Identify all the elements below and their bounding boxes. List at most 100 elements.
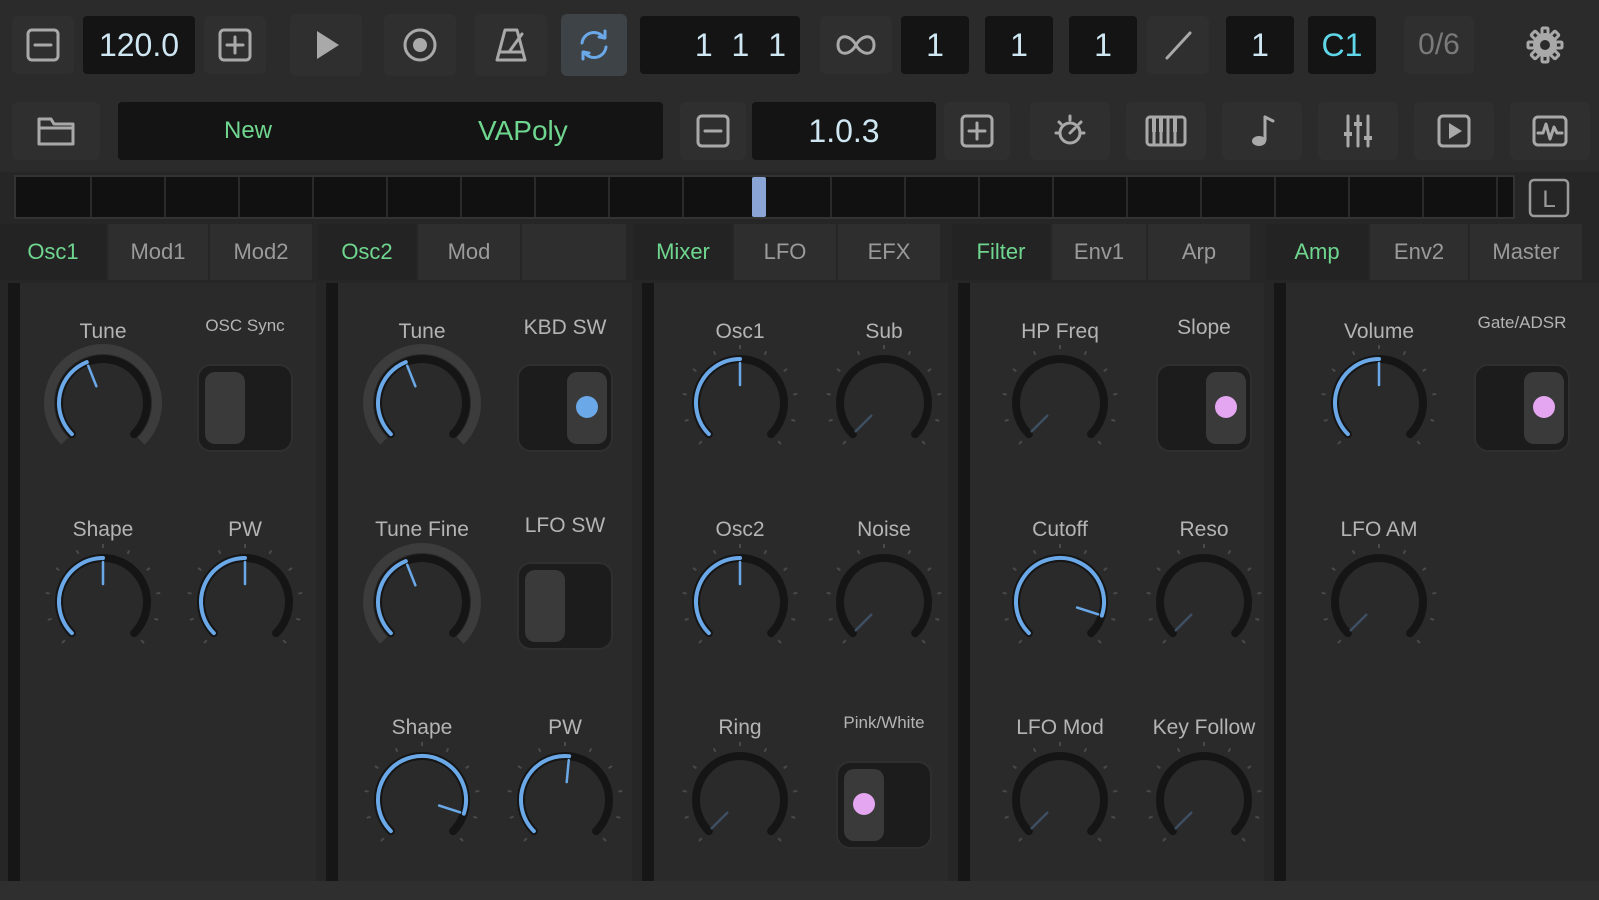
mixer-ring-knob[interactable] (675, 740, 805, 870)
toggle-indicator-dot (534, 594, 556, 616)
quantize-display-1[interactable]: 1 (901, 16, 969, 74)
osc2-shape-knob[interactable] (357, 740, 487, 870)
tab-env1[interactable]: Env1 (1052, 224, 1148, 280)
loop-toggle-button[interactable] (561, 14, 627, 76)
infinite-loop-button[interactable] (820, 16, 892, 74)
tab-osc2[interactable]: Osc2 (318, 224, 418, 280)
tab-mod2[interactable]: Mod2 (210, 224, 314, 280)
version-decrement-button[interactable] (680, 102, 746, 160)
mixer-pink-white-toggle[interactable] (836, 761, 932, 849)
minus-square-icon (696, 114, 730, 148)
toggle-indicator-dot (1533, 396, 1555, 418)
note-button[interactable] (1222, 102, 1302, 160)
tab-master[interactable]: Master (1470, 224, 1584, 280)
tab-efx[interactable]: EFX (838, 224, 942, 280)
tab-filter[interactable]: Filter (952, 224, 1052, 280)
osc1-shape-knob[interactable] (38, 542, 168, 672)
gear-icon (1526, 26, 1564, 64)
sliders-icon (1344, 114, 1372, 148)
music-note-icon (1252, 115, 1275, 146)
bottom-strip (0, 881, 1599, 900)
tempo-display[interactable]: 120.0 (83, 16, 195, 74)
amp-gate-adsr-toggle[interactable] (1474, 364, 1570, 452)
step-display[interactable]: 1 (1226, 16, 1294, 74)
tab-amp[interactable]: Amp (1266, 224, 1370, 280)
filter-reso-knob[interactable] (1139, 542, 1269, 672)
osc2-tune-knob[interactable] (357, 343, 487, 473)
tab-mod1[interactable]: Mod1 (108, 224, 210, 280)
mixer-osc1-label: Osc1 (715, 320, 765, 343)
transport-bar: 120.0 1 1 1 1 1 1 1 C1 0/6 (0, 0, 1599, 92)
timeline-tick (1126, 177, 1128, 217)
mixer-noise-label: Noise (857, 518, 911, 541)
quantize-display-3[interactable]: 1 (1069, 16, 1137, 74)
osc2-lfo-sw-label: LFO SW (524, 514, 606, 537)
tab-osc1[interactable]: Osc1 (0, 224, 108, 280)
loop-l-icon: L (1528, 178, 1570, 218)
tab-mod[interactable]: Mod (418, 224, 522, 280)
position-display[interactable]: 1 1 1 (640, 16, 800, 74)
mixer-sub-knob[interactable] (819, 343, 949, 473)
osc1-sync-toggle[interactable] (197, 364, 293, 452)
play-icon (317, 31, 339, 59)
playhead-marker[interactable] (752, 177, 766, 217)
osc2-tune-fine-knob[interactable] (357, 542, 487, 672)
tempo-decrement-button[interactable] (12, 16, 74, 74)
tab-lfo[interactable]: LFO (734, 224, 838, 280)
pencil-button[interactable] (1147, 16, 1209, 74)
effects-button[interactable] (1030, 102, 1110, 160)
mixer-osc1-knob[interactable] (675, 343, 805, 473)
new-preset-label[interactable]: New (224, 117, 272, 145)
preset-bar: New VAPoly 1.0.3 (0, 92, 1599, 172)
filter-cutoff-knob[interactable] (995, 542, 1125, 672)
settings-button[interactable] (1515, 16, 1575, 74)
sun-dial-icon (1054, 114, 1086, 145)
timeline-tick (90, 177, 92, 217)
play-button[interactable] (290, 14, 362, 76)
mixer-osc2-knob[interactable] (675, 542, 805, 672)
filter-slope-toggle[interactable] (1156, 364, 1252, 452)
preset-display[interactable]: New VAPoly (118, 102, 663, 160)
osc1-tune-knob[interactable] (38, 343, 168, 473)
mixer-button[interactable] (1318, 102, 1398, 160)
oscilloscope-button[interactable] (1510, 102, 1590, 160)
playback-button[interactable] (1414, 102, 1494, 160)
filter-hp-freq-knob[interactable] (995, 343, 1125, 473)
quantize-display-2[interactable]: 1 (985, 16, 1053, 74)
filter-tab-group: Filter Env1 Arp (952, 224, 1252, 280)
filter-lfo-mod-knob[interactable] (995, 740, 1125, 870)
filter-key-follow-knob[interactable] (1139, 740, 1269, 870)
amp-lfo-am-knob[interactable] (1314, 542, 1444, 672)
toggle-indicator-dot (576, 396, 598, 418)
osc2-panel-rail (326, 283, 338, 881)
osc2-tune-fine-label: Tune Fine (375, 518, 469, 541)
tab-arp[interactable]: Arp (1148, 224, 1252, 280)
tempo-increment-button[interactable] (204, 16, 266, 74)
osc2-kbd-sw-toggle[interactable] (517, 364, 613, 452)
loop-marker-button[interactable]: L (1526, 178, 1572, 218)
filter-key-follow-label: Key Follow (1152, 716, 1256, 739)
osc2-lfo-sw-toggle[interactable] (517, 562, 613, 650)
record-button[interactable] (384, 14, 456, 76)
tab-env2[interactable]: Env2 (1370, 224, 1470, 280)
osc1-pw-knob[interactable] (180, 542, 310, 672)
mixer-noise-knob[interactable] (819, 542, 949, 672)
osc1-tune-label: Tune (79, 320, 127, 343)
version-increment-button[interactable] (944, 102, 1010, 160)
osc2-tune-label: Tune (398, 320, 446, 343)
version-display[interactable]: 1.0.3 (752, 102, 936, 160)
mixer-osc2-label: Osc2 (715, 518, 765, 541)
tab-mixer[interactable]: Mixer (634, 224, 734, 280)
osc2-pw-knob[interactable] (500, 740, 630, 870)
amp-gate-adsr-label: Gate/ADSR (1477, 313, 1567, 332)
filter-panel-rail (958, 283, 970, 881)
note-display[interactable]: C1 (1308, 16, 1376, 74)
keyboard-button[interactable] (1126, 102, 1206, 160)
timeline-tick (1496, 177, 1498, 217)
tab-empty[interactable] (522, 224, 628, 280)
metronome-button[interactable] (475, 14, 547, 76)
amp-volume-knob[interactable] (1314, 343, 1444, 473)
open-folder-button[interactable] (12, 102, 100, 160)
osc2-kbd-sw-label: KBD SW (523, 316, 607, 339)
osc1-tab-group: Osc1 Mod1 Mod2 (0, 224, 314, 280)
